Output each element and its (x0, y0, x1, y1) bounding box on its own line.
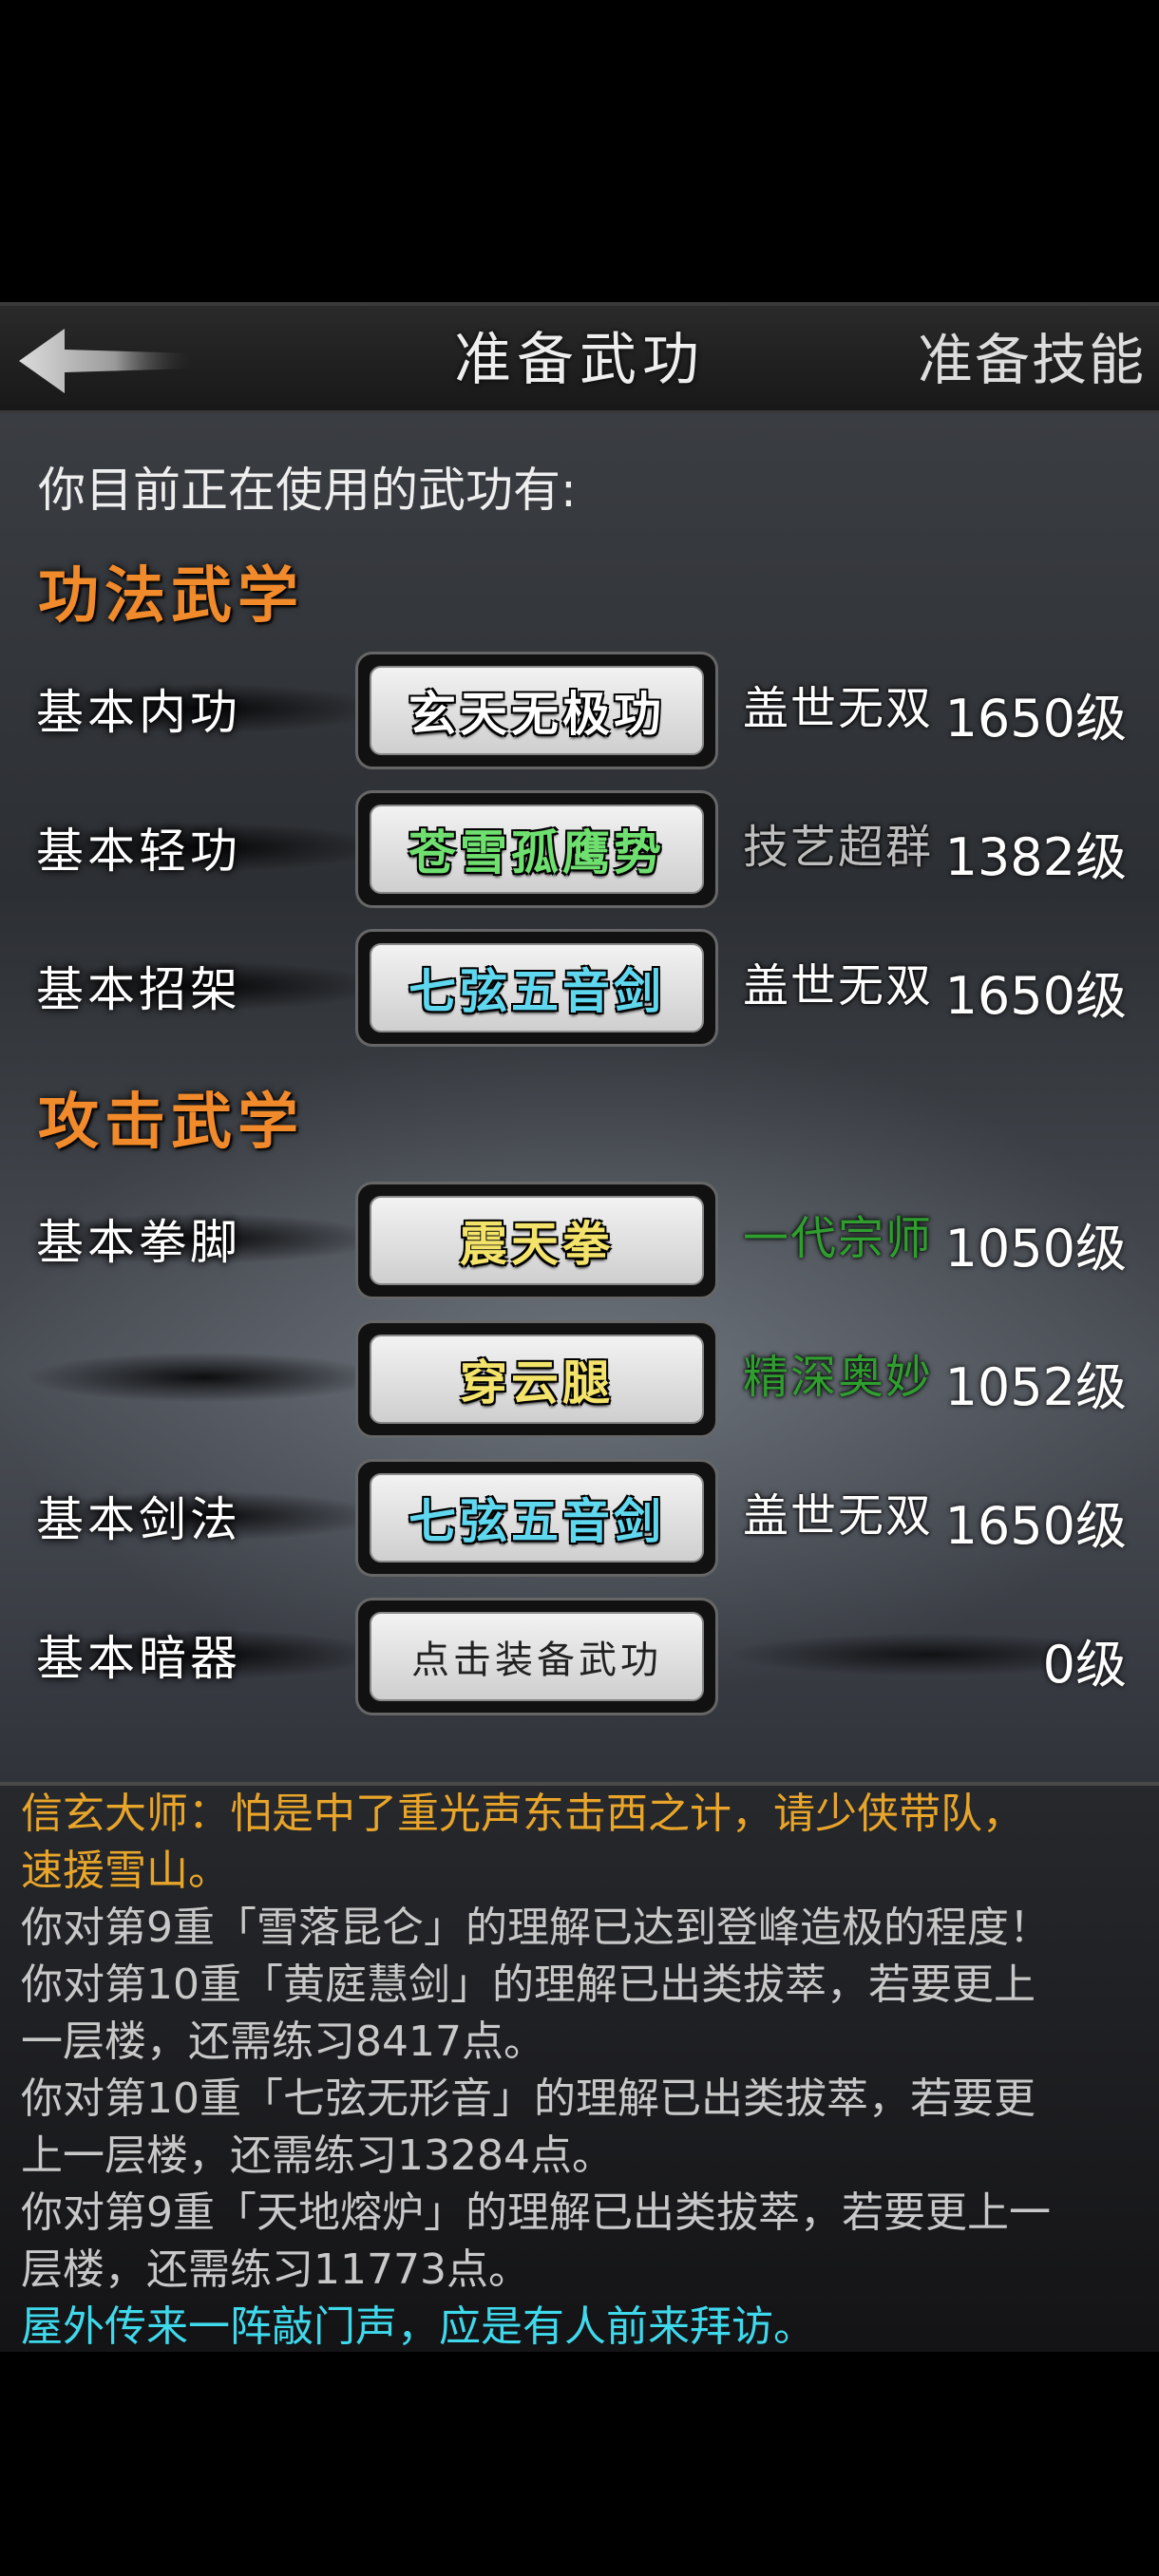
equip-skill-button[interactable]: 七弦五音剑 (355, 929, 718, 1047)
skill-row: 基本暗器 点击装备武功 0级 (0, 1598, 1159, 1715)
skill-rank: 一代宗师 (743, 1212, 934, 1265)
slot-label: 基本轻功 (36, 824, 241, 879)
skill-level: 1650级 (944, 966, 1127, 1026)
status-bar-area (0, 0, 1159, 302)
skill-row: 基本轻功 苍雪孤鹰势 技艺超群 1382级 (0, 790, 1159, 908)
skill-level: 1052级 (944, 1357, 1127, 1417)
equip-skill-button[interactable]: 玄天无极功 (355, 652, 718, 769)
skill-row: 基本拳脚 震天拳 一代宗师 1050级 (0, 1182, 1159, 1299)
log-line: 你对第9重「雪落昆仑」的理解已达到登峰造极的程度！ (21, 1904, 1051, 1952)
equip-skill-button[interactable]: 苍雪孤鹰势 (355, 790, 718, 908)
skill-level: 1650级 (944, 689, 1127, 748)
skill-name: 玄天无极功 (408, 686, 665, 742)
log-line: 信玄大师：怕是中了重光声东击西之计，请少侠带队， (21, 1790, 1024, 1838)
skill-name: 穿云腿 (460, 1354, 614, 1411)
slot-label: 基本招架 (36, 962, 241, 1017)
equip-skill-button[interactable]: 穿云腿 (355, 1320, 718, 1438)
header-bar: 准备武功 准备技能 (0, 302, 1159, 414)
skill-level: 1650级 (944, 1496, 1127, 1556)
log-line: 速援雪山。 (21, 1847, 230, 1895)
skill-level: 1382级 (944, 827, 1127, 887)
skill-level: 1050级 (944, 1219, 1127, 1279)
skill-rank: 盖世无双 (743, 959, 934, 1013)
skill-level: 0级 (1042, 1635, 1127, 1695)
section-title-attack: 攻击武学 (38, 1087, 304, 1158)
log-line: 屋外传来一阵敲门声，应是有人前来拜访。 (21, 2302, 815, 2351)
skill-rank: 盖世无双 (743, 682, 934, 735)
skill-row: 基本剑法 七弦五音剑 盖世无双 1650级 (0, 1459, 1159, 1577)
skill-row: 穿云腿 精深奥妙 1052级 (0, 1320, 1159, 1438)
message-log[interactable]: 信玄大师：怕是中了重光声东击西之计，请少侠带队， 速援雪山。 你对第9重「雪落昆… (0, 1782, 1159, 2352)
log-line: 你对第10重「七弦无形音」的理解已出类拔萃，若要更 (21, 2074, 1036, 2123)
equip-skill-button[interactable]: 震天拳 (355, 1182, 718, 1299)
slot-label: 基本暗器 (36, 1631, 241, 1686)
skill-name: 七弦五音剑 (408, 963, 665, 1019)
bottom-area (0, 2352, 1159, 2576)
label-backdrop (28, 1353, 380, 1402)
slot-label: 基本拳脚 (36, 1215, 241, 1270)
slot-label: 基本剑法 (36, 1492, 241, 1547)
section-title-internal: 功法武学 (38, 560, 304, 632)
equip-skill-button[interactable]: 七弦五音剑 (355, 1459, 718, 1577)
log-line: 一层楼，还需练习8417点。 (21, 2017, 545, 2066)
skill-rank: 盖世无双 (743, 1489, 934, 1543)
intro-text: 你目前正在使用的武功有: (38, 463, 577, 518)
slot-label: 基本内功 (36, 685, 241, 740)
main-panel: 你目前正在使用的武功有: 功法武学 基本内功 玄天无极功 盖世无双 1650级 … (0, 414, 1159, 1782)
log-line: 你对第9重「天地熔炉」的理解已出类拔萃，若要更上一 (21, 2188, 1051, 2237)
skill-name: 七弦五音剑 (408, 1493, 665, 1549)
log-line: 层楼，还需练习11773点。 (21, 2245, 530, 2294)
log-line: 你对第10重「黄庭慧剑」的理解已出类拔萃，若要更上 (21, 1960, 1036, 2009)
skill-name: 苍雪孤鹰势 (408, 824, 665, 881)
skill-rank: 精深奥妙 (743, 1351, 934, 1404)
log-line: 上一层楼，还需练习13284点。 (21, 2131, 614, 2180)
skill-rank: 技艺超群 (743, 821, 934, 874)
skill-name: 点击装备武功 (411, 1638, 662, 1682)
skill-row: 基本招架 七弦五音剑 盖世无双 1650级 (0, 929, 1159, 1047)
tab-prepare-skills[interactable]: 准备技能 (918, 306, 1146, 418)
equip-skill-button[interactable]: 点击装备武功 (355, 1598, 718, 1715)
skill-row: 基本内功 玄天无极功 盖世无双 1650级 (0, 652, 1159, 769)
skill-name: 震天拳 (460, 1216, 614, 1272)
